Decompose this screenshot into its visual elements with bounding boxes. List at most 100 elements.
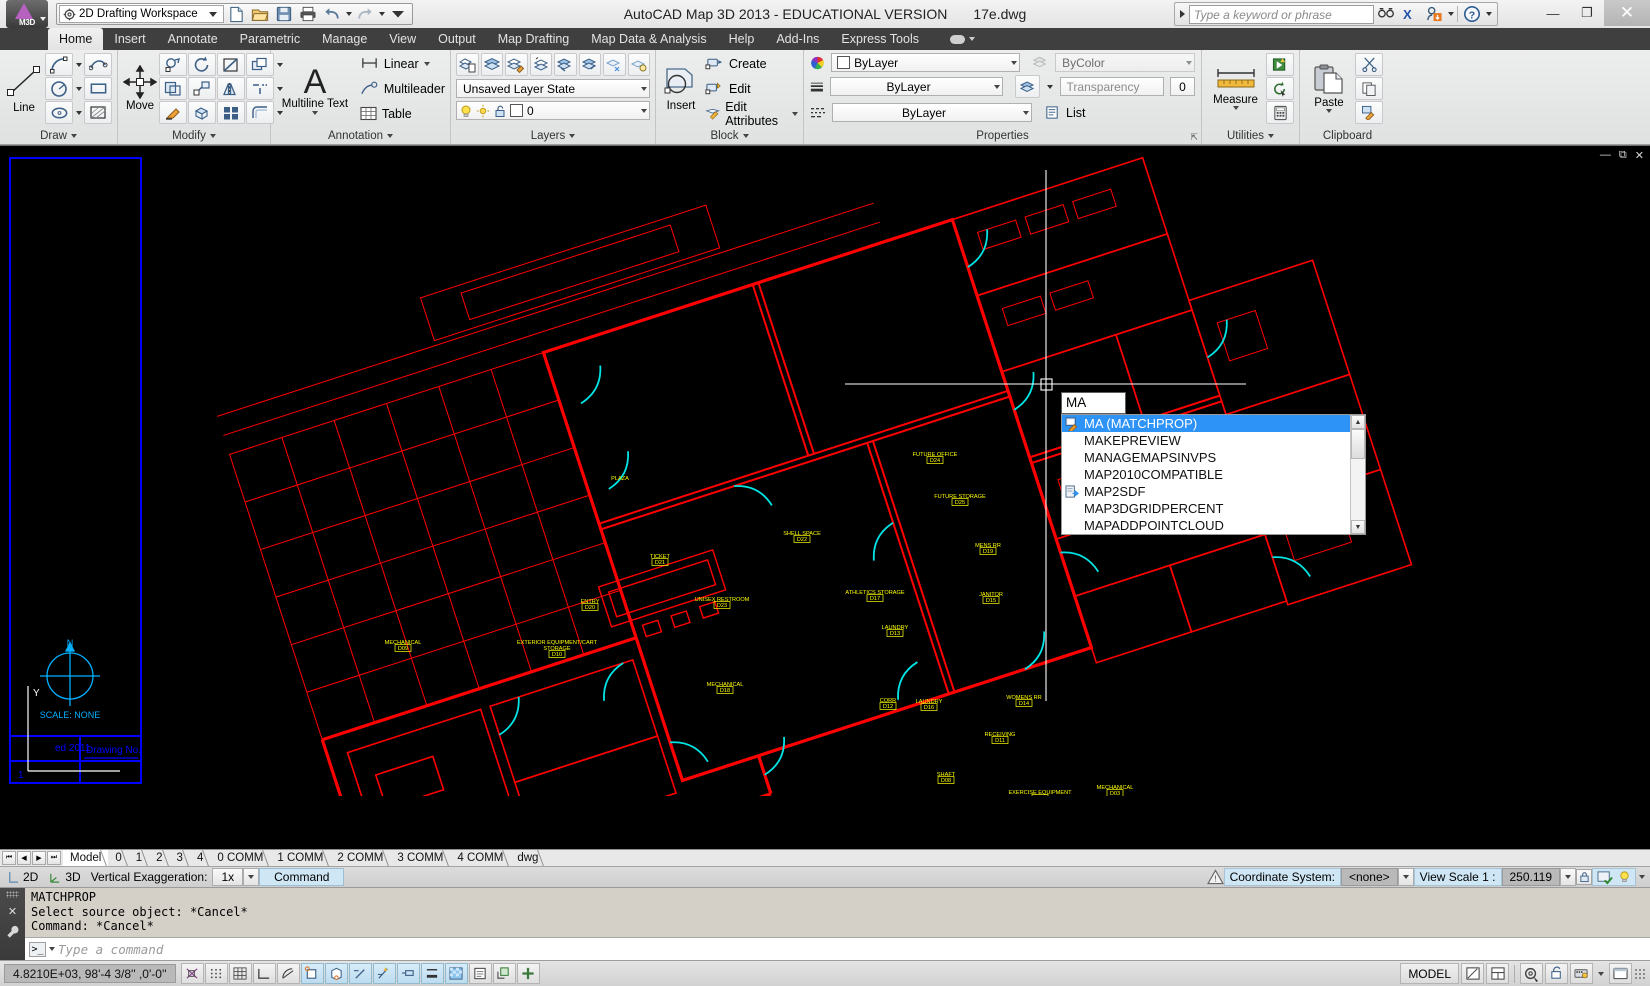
- multiline-text-button[interactable]: A Multiline Text: [276, 53, 354, 125]
- clean-screen-icon[interactable]: [1634, 967, 1646, 980]
- tab-view[interactable]: View: [378, 28, 427, 50]
- layout-tab-0-comm[interactable]: 0 COMM: [210, 850, 279, 866]
- color-combo[interactable]: ByLayer: [831, 53, 1021, 72]
- layer-match-button[interactable]: [505, 53, 528, 76]
- layout-tab-2[interactable]: 2: [149, 850, 178, 866]
- save-icon[interactable]: [272, 3, 296, 25]
- coordinate-system-dropdown[interactable]: [1397, 868, 1414, 886]
- tab-help[interactable]: Help: [718, 28, 766, 50]
- current-layer-combo[interactable]: 0: [456, 101, 650, 120]
- autocomplete-item-mapaddpointcloud[interactable]: MAPADDPOINTCLOUD: [1062, 517, 1350, 534]
- minimize-button[interactable]: —: [1536, 0, 1570, 26]
- vertical-exaggeration-value[interactable]: 1x: [212, 868, 244, 886]
- layer-isolate-button[interactable]: [480, 53, 503, 76]
- chevron-down-icon[interactable]: [49, 947, 55, 951]
- properties-dialog-launcher[interactable]: ⇱: [1190, 132, 1198, 143]
- circle-button[interactable]: [45, 77, 73, 100]
- polyline-button[interactable]: [84, 53, 112, 76]
- layout-tab-2-comm[interactable]: 2 COMM: [330, 850, 399, 866]
- autocomplete-item-makepreview[interactable]: MAKEPREVIEW: [1062, 432, 1350, 449]
- undo-dropdown[interactable]: [344, 3, 353, 26]
- layout-tab-3-comm[interactable]: 3 COMM: [390, 850, 459, 866]
- table-button[interactable]: Table: [360, 102, 445, 125]
- transparency-icon-button[interactable]: [1015, 75, 1040, 98]
- layer-off-button[interactable]: [554, 53, 577, 76]
- list-button[interactable]: List: [1044, 101, 1085, 124]
- undo-icon[interactable]: [320, 3, 344, 25]
- transparency-display-icon[interactable]: [444, 963, 468, 984]
- tab-home[interactable]: Home: [48, 28, 104, 50]
- hatch-button[interactable]: [84, 101, 112, 124]
- dynamic-ucs-icon[interactable]: [372, 963, 396, 984]
- lineweight-combo[interactable]: ByLayer: [829, 77, 1004, 96]
- arc-button[interactable]: [45, 53, 73, 76]
- transparency-dropdown[interactable]: [1046, 75, 1054, 98]
- open-icon[interactable]: [248, 3, 272, 25]
- color-wheel-icon[interactable]: [810, 55, 825, 71]
- sun-icon[interactable]: [476, 104, 490, 118]
- last-layout-button[interactable]: ⏭: [47, 851, 61, 865]
- panel-layers-title[interactable]: Layers: [451, 127, 655, 144]
- layout-tab-1[interactable]: 1: [129, 850, 158, 866]
- layer-lock-button[interactable]: [627, 53, 650, 76]
- autocomplete-item-map2010compatible[interactable]: MAP2010COMPATIBLE: [1062, 466, 1350, 483]
- drag-handle-icon[interactable]: [6, 891, 19, 898]
- panel-block-title[interactable]: Block: [656, 127, 803, 144]
- command-input[interactable]: Type a command: [58, 942, 163, 957]
- layout-tab-4-comm[interactable]: 4 COMM: [450, 850, 519, 866]
- dynamic-input-icon[interactable]: [396, 963, 420, 984]
- object-snap-tracking-icon[interactable]: [348, 963, 372, 984]
- tab-manage[interactable]: Manage: [311, 28, 378, 50]
- close-icon[interactable]: ✕: [8, 905, 17, 918]
- map-status-dropdown[interactable]: [1636, 868, 1648, 886]
- circle-dropdown[interactable]: [74, 77, 83, 100]
- maximize-button[interactable]: ❐: [1570, 0, 1604, 26]
- plot-icon[interactable]: [296, 3, 320, 25]
- object-snap-icon[interactable]: [300, 963, 324, 984]
- map-status-group[interactable]: [1592, 868, 1636, 886]
- viewport-icon[interactable]: [1486, 963, 1509, 984]
- transparency-field[interactable]: Transparency: [1059, 77, 1164, 96]
- workspace-switch-icon[interactable]: [1570, 963, 1593, 984]
- annotation-monitor-icon[interactable]: [516, 963, 540, 984]
- create-block-button[interactable]: Create: [705, 52, 798, 75]
- erase-button[interactable]: [159, 101, 187, 124]
- autocomplete-item-managemapsinvps[interactable]: MANAGEMAPSINVPS: [1062, 449, 1350, 466]
- chevron-down-icon[interactable]: [209, 11, 217, 17]
- linetype-combo[interactable]: ByLayer: [832, 103, 1032, 122]
- explode-button[interactable]: [188, 101, 216, 124]
- unlock-icon[interactable]: [493, 104, 507, 118]
- view-scale-dropdown[interactable]: [1560, 868, 1576, 886]
- command-mode-button[interactable]: Command: [259, 868, 345, 886]
- mirror-button[interactable]: [217, 77, 245, 100]
- command-window-grip[interactable]: ✕: [0, 888, 25, 960]
- workspace-switch-dropdown[interactable]: [1595, 965, 1607, 983]
- lineweight-status-icon[interactable]: [420, 963, 444, 984]
- plot-style-combo[interactable]: ByColor: [1055, 53, 1195, 72]
- cut-button[interactable]: [1355, 53, 1383, 76]
- tab-map-data-analysis[interactable]: Map Data & Analysis: [580, 28, 717, 50]
- polar-tracking-icon[interactable]: [276, 963, 300, 984]
- exchange-icon[interactable]: X: [1398, 3, 1422, 25]
- match-properties-button[interactable]: [1355, 101, 1383, 124]
- help-icon[interactable]: ?: [1460, 3, 1484, 25]
- search-icon[interactable]: [1374, 3, 1398, 25]
- grid-display-icon[interactable]: [228, 963, 252, 984]
- command-prompt-row[interactable]: >_ Type a command: [25, 937, 1650, 960]
- autocomplete-scrollbar[interactable]: ▲ ▼: [1350, 415, 1365, 534]
- tab-output[interactable]: Output: [427, 28, 487, 50]
- selection-cycling-icon[interactable]: [492, 963, 516, 984]
- layout-tab-model[interactable]: Model: [63, 850, 117, 866]
- layout-icon[interactable]: [1461, 963, 1484, 984]
- chevron-down-icon[interactable]: [792, 111, 798, 116]
- multileader-button[interactable]: Multileader: [360, 77, 445, 100]
- tab-add-ins[interactable]: Add-Ins: [765, 28, 830, 50]
- dynamic-input-field[interactable]: MA: [1061, 392, 1126, 414]
- fillet-button[interactable]: [246, 77, 274, 100]
- offset-button[interactable]: [246, 101, 274, 124]
- extend-button[interactable]: [217, 101, 245, 124]
- ortho-mode-icon[interactable]: [252, 963, 276, 984]
- infer-constraints-icon[interactable]: [180, 963, 204, 984]
- close-doc-icon[interactable]: ✕: [1635, 149, 1644, 162]
- application-menu-button[interactable]: M3D: [6, 0, 48, 28]
